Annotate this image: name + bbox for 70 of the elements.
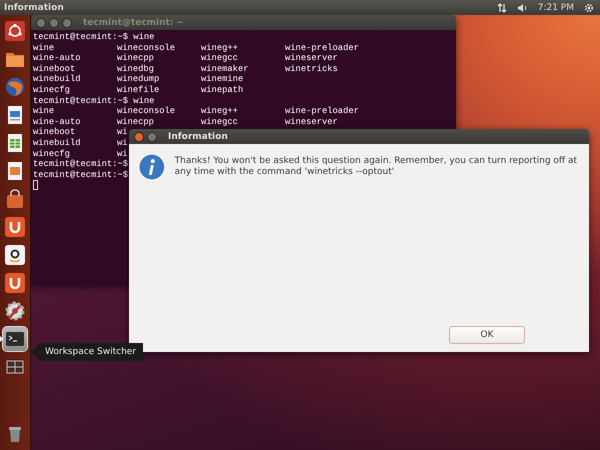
file-name: wine — [33, 42, 54, 54]
file-name: winecfg — [33, 84, 70, 96]
network-icon[interactable] — [496, 2, 507, 12]
file-name: winepath — [201, 84, 244, 96]
message-text: Thanks! You won't be asked this question again. Remember, you can turn reporting off at any time with the command 'winetricks --optout' — [174, 156, 578, 178]
ubuntu-logo-icon — [5, 21, 25, 41]
file-name: winemaker — [201, 64, 249, 74]
file-name: winedbg — [117, 64, 154, 74]
volume-icon[interactable] — [516, 2, 528, 12]
file-name: wineconsole — [117, 106, 176, 117]
document-icon — [5, 105, 25, 125]
file-name: wine — [33, 106, 54, 117]
dialog-title: Information — [168, 132, 228, 142]
file-name: winecfg — [33, 148, 70, 160]
launcher-item[interactable] — [3, 19, 27, 43]
launcher-item[interactable] — [3, 215, 27, 239]
prompt-line: tecmint@tecmint:~$ — [33, 170, 128, 180]
launcher-item[interactable] — [3, 327, 27, 351]
file-name: wi — [117, 148, 128, 160]
ok-button[interactable]: OK — [449, 326, 525, 344]
close-button[interactable] — [36, 18, 46, 28]
settings-icon — [5, 301, 25, 321]
shopping-bag-icon — [5, 189, 25, 209]
file-name: winetricks — [285, 64, 338, 74]
file-name: wine-auto — [33, 53, 81, 64]
presentation-icon — [5, 161, 25, 181]
file-name: wine-auto — [33, 116, 81, 128]
maximize-button[interactable] — [62, 18, 72, 28]
close-button[interactable] — [134, 132, 144, 142]
file-name: wineconsole — [117, 42, 176, 54]
file-name: wineg++ — [201, 42, 238, 54]
prompt-line: tecmint@tecmint:~$ — [33, 159, 128, 170]
file-name: wineboot — [33, 64, 76, 74]
cloud-app-icon — [5, 217, 25, 237]
window-title: tecmint@tecmint: ~ — [83, 18, 184, 28]
file-name: winecpp — [117, 53, 154, 64]
file-name: wineboot — [33, 127, 76, 138]
file-name: winebuild — [33, 138, 81, 149]
file-name: winecpp — [117, 116, 154, 128]
text-cursor — [33, 180, 38, 190]
file-name: wi — [117, 138, 128, 149]
info-icon — [139, 154, 165, 180]
file-name: wine-preloader — [285, 42, 359, 54]
minimize-button[interactable] — [49, 18, 59, 28]
file-name: winemine — [201, 74, 244, 85]
prompt-line: tecmint@tecmint:~$ wine — [33, 96, 154, 106]
launcher-item[interactable] — [3, 271, 27, 295]
file-name: winegcc — [201, 116, 238, 128]
file-name: winedump — [117, 74, 160, 85]
globe-icon — [5, 77, 25, 97]
clock[interactable]: 7:21 PM — [538, 2, 574, 12]
file-name: wine-preloader — [285, 106, 359, 117]
launcher-item[interactable] — [3, 243, 27, 267]
launcher-item[interactable] — [3, 299, 27, 323]
file-name: wineg++ — [201, 106, 238, 117]
file-name: wi — [117, 127, 128, 138]
cloud-app-icon — [5, 273, 25, 293]
minimize-button[interactable] — [147, 132, 157, 142]
file-name: wineserver — [285, 53, 338, 64]
file-name: wineserver — [285, 116, 338, 128]
settings-icon[interactable] — [584, 2, 594, 12]
terminal-icon — [5, 329, 25, 349]
shop-icon — [5, 245, 25, 265]
spreadsheet-icon — [5, 133, 25, 153]
prompt-line: tecmint@tecmint:~$ wine — [33, 32, 154, 43]
file-name: winefile — [117, 84, 160, 96]
app-title: Information — [4, 2, 65, 12]
file-name: winegcc — [201, 53, 238, 64]
file-name: winebuild — [33, 74, 81, 85]
tooltip: Workspace Switcher — [31, 343, 144, 361]
